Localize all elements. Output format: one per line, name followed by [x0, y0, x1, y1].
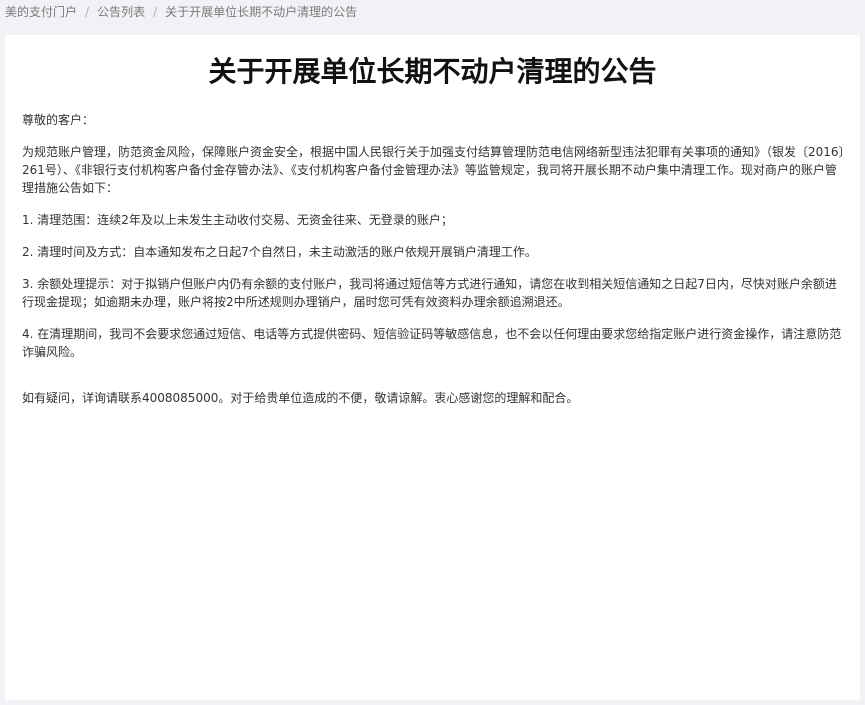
notice-item-schedule: 2. 清理时间及方式：自本通知发布之日起7个自然日，未主动激活的账户依规开展销户… [22, 245, 537, 259]
breadcrumb-home-link[interactable]: 美的支付门户 [5, 5, 77, 19]
notice-greeting: 尊敬的客户： [22, 113, 95, 127]
notice-item-scope: 1. 清理范围：连续2年及以上未发生主动收付交易、无资金往来、无登录的账户； [22, 213, 453, 227]
notice-card: 关于开展单位长期不动户清理的公告 尊敬的客户： 为规范账户管理，防范资金风险，保… [5, 35, 860, 700]
notice-intro: 为规范账户管理，防范资金风险，保障账户资金安全，根据中国人民银行关于加强支付结算… [22, 145, 845, 195]
notice-body: 尊敬的客户： 为规范账户管理，防范资金风险，保障账户资金安全，根据中国人民银行关… [22, 111, 846, 421]
breadcrumb-current-page: 关于开展单位长期不动户清理的公告 [165, 5, 358, 19]
notice-title: 关于开展单位长期不动户清理的公告 [208, 55, 657, 88]
breadcrumb: 美的支付门户 / 公告列表 / 关于开展单位长期不动户清理的公告 [5, 3, 357, 21]
breadcrumb-notice-list-link[interactable]: 公告列表 [97, 5, 145, 19]
notice-item-fraud-warning: 4. 在清理期间，我司不会要求您通过短信、电话等方式提供密码、短信验证码等敏感信… [22, 327, 842, 359]
breadcrumb-separator: / [153, 5, 158, 19]
notice-item-balance: 3. 余额处理提示：对于拟销户但账户内仍有余额的支付账户，我司将通过短信等方式进… [22, 277, 837, 309]
notice-closing: 如有疑问，详询请联系4008085000。对于给贵单位造成的不便，敬请谅解。衷心… [22, 391, 579, 405]
breadcrumb-separator: / [85, 5, 90, 19]
